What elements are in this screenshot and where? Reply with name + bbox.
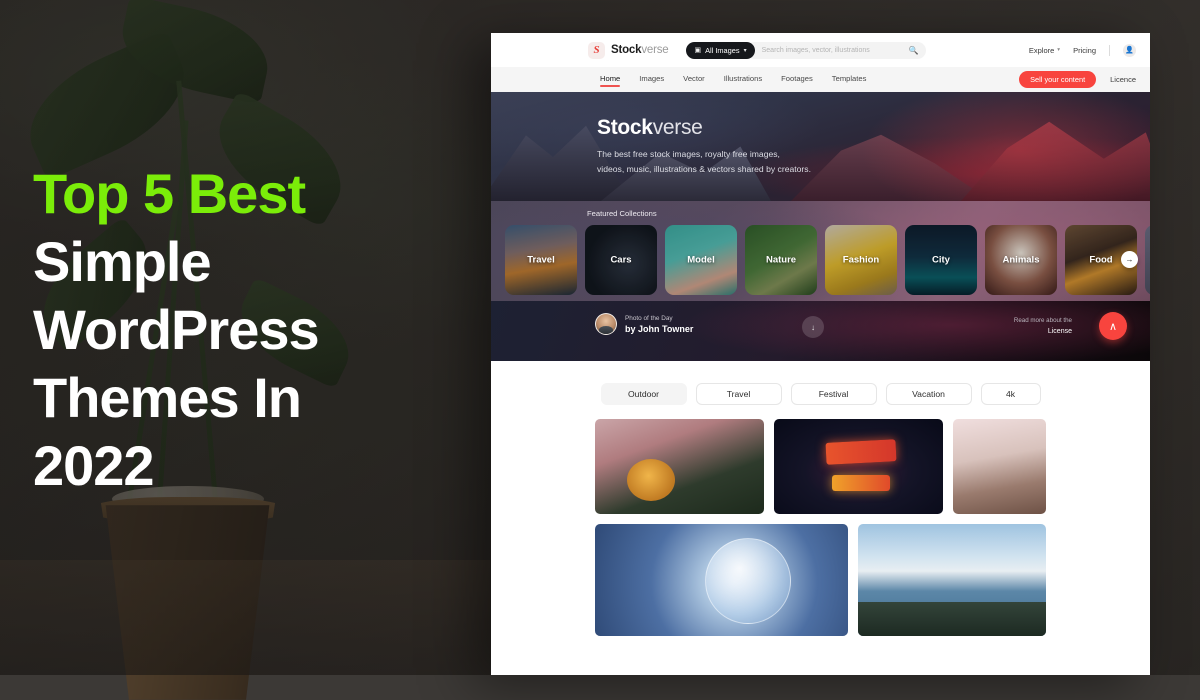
license-link[interactable]: License [1014, 328, 1072, 335]
stockverse-logo-icon: S [588, 42, 605, 59]
photo-author-block: Photo of the Day by John Towner [595, 313, 693, 335]
collection-card-city[interactable]: City [905, 225, 977, 295]
camera-icon: ▣ [694, 46, 701, 54]
hero-glow [860, 92, 1150, 201]
filter-chip-travel[interactable]: Travel [696, 383, 782, 405]
search-category-label: All Images [705, 46, 740, 55]
filter-chip-outdoor[interactable]: Outdoor [601, 383, 687, 405]
photo-tile-smiling-woman[interactable] [953, 419, 1046, 514]
collection-caption: Animals [985, 255, 1057, 266]
collection-caption: Model [665, 255, 737, 266]
pricing-label: Pricing [1073, 46, 1096, 55]
collection-card-animals[interactable]: Animals [985, 225, 1057, 295]
search-input[interactable]: Search images, vector, illustrations 🔍 [746, 42, 926, 59]
photo-author-name: by John Towner [625, 324, 693, 334]
photo-grid-row [595, 524, 1046, 636]
hero-banner: Stockverse The best free stock images, r… [491, 92, 1150, 201]
licence-link[interactable]: Licence [1110, 75, 1136, 84]
headline-line-2: Simple [33, 228, 473, 296]
explore-menu[interactable]: Explore ▾ [1029, 46, 1060, 55]
avatar [595, 313, 617, 335]
hero-subtitle-line-1: The best free stock images, royalty free… [597, 147, 811, 162]
photo-author-text: Photo of the Day by John Towner [625, 315, 693, 334]
collection-card-fashion[interactable]: Fashion [825, 225, 897, 295]
nav-item-templates[interactable]: Templates [832, 74, 867, 86]
nav-actions: Sell your content Licence [1019, 71, 1136, 88]
user-account-icon[interactable]: 👤 [1123, 44, 1136, 57]
photo-tile-neon-sign[interactable] [774, 419, 943, 514]
collection-card-next[interactable] [1145, 225, 1150, 295]
hero-title-thin: verse [653, 116, 703, 139]
collection-caption: Nature [745, 255, 817, 266]
nav-item-illustrations[interactable]: Illustrations [724, 74, 762, 86]
header-actions: Explore ▾ Pricing 👤 [1029, 44, 1136, 57]
hero-subtitle-line-2: videos, music, illustrations & vectors s… [597, 162, 811, 177]
collections-carousel[interactable]: Travel Cars Model Nature Fashion City [505, 225, 1150, 295]
headline-line-5: 2022 [33, 432, 473, 500]
photo-grid [491, 419, 1150, 636]
headline-line-3: WordPress [33, 296, 473, 364]
collection-card-travel[interactable]: Travel [505, 225, 577, 295]
hero-subtitle: The best free stock images, royalty free… [597, 147, 811, 177]
headline-line-4: Themes In [33, 364, 473, 432]
chevron-down-icon: ▾ [1057, 47, 1060, 53]
filter-chip-4k[interactable]: 4k [981, 383, 1041, 405]
explore-label: Explore [1029, 46, 1054, 55]
hero-copy: Stockverse The best free stock images, r… [597, 116, 811, 177]
headline-line-1: Top 5 Best [33, 160, 473, 228]
photo-grid-row [595, 419, 1046, 514]
scroll-to-top-button[interactable]: ∧ [1099, 312, 1127, 340]
browser-window: S Stockverse ▣ All Images ▾ Search image… [491, 33, 1150, 675]
search-category-dropdown[interactable]: ▣ All Images ▾ [686, 42, 754, 59]
collection-caption: Travel [505, 255, 577, 266]
brand-logo[interactable]: S Stockverse [588, 42, 668, 59]
filter-chip-vacation[interactable]: Vacation [886, 383, 972, 405]
filter-chip-festival[interactable]: Festival [791, 383, 877, 405]
photo-of-the-day-bar: Photo of the Day by John Towner ↓ Read m… [491, 301, 1150, 361]
collection-card-model[interactable]: Model [665, 225, 737, 295]
pricing-link[interactable]: Pricing [1073, 46, 1096, 55]
search-placeholder: Search images, vector, illustrations [762, 47, 870, 54]
nav-item-images[interactable]: Images [639, 74, 664, 86]
nav-item-footages[interactable]: Footages [781, 74, 813, 86]
site-header: S Stockverse ▣ All Images ▾ Search image… [491, 33, 1150, 67]
featured-collections-section: Featured Collections Travel Cars Model N… [491, 201, 1150, 301]
read-more-label: Read more about the [1014, 317, 1072, 324]
collection-caption: Fashion [825, 255, 897, 266]
brand-name-bold: Stock [611, 44, 641, 56]
main-navigation: Home Images Vector Illustrations Footage… [491, 67, 1150, 92]
page-title: Top 5 Best Simple WordPress Themes In 20… [33, 160, 473, 500]
nav-item-home[interactable]: Home [600, 74, 620, 86]
carousel-next-arrow-icon[interactable]: → [1121, 251, 1138, 268]
chevron-down-icon: ▾ [744, 47, 747, 54]
featured-collections-label: Featured Collections [587, 209, 657, 218]
collection-card-cars[interactable]: Cars [585, 225, 657, 295]
search-icon[interactable]: 🔍 [909, 46, 919, 55]
collection-caption: Cars [585, 255, 657, 266]
licence-note: Read more about the License [1014, 317, 1072, 335]
sell-your-content-button[interactable]: Sell your content [1019, 71, 1096, 88]
collection-card-nature[interactable]: Nature [745, 225, 817, 295]
header-divider [1109, 45, 1110, 56]
photo-tile-coffee[interactable] [595, 419, 764, 514]
nav-items: Home Images Vector Illustrations Footage… [600, 74, 866, 86]
brand-name-light: verse [641, 44, 668, 56]
nav-item-vector[interactable]: Vector [683, 74, 705, 86]
download-icon[interactable]: ↓ [802, 316, 824, 338]
photo-tile-mountain-lake[interactable] [858, 524, 1046, 636]
hero-title-bold: Stock [597, 116, 653, 139]
photo-of-the-day-label: Photo of the Day [625, 315, 693, 322]
brand-name: Stockverse [611, 44, 668, 56]
search-bar: ▣ All Images ▾ Search images, vector, il… [686, 42, 925, 59]
filter-chips: Outdoor Travel Festival Vacation 4k [491, 361, 1150, 419]
photo-tile-frozen-bubble[interactable] [595, 524, 848, 636]
collection-caption: City [905, 255, 977, 266]
hero-title: Stockverse [597, 116, 811, 140]
